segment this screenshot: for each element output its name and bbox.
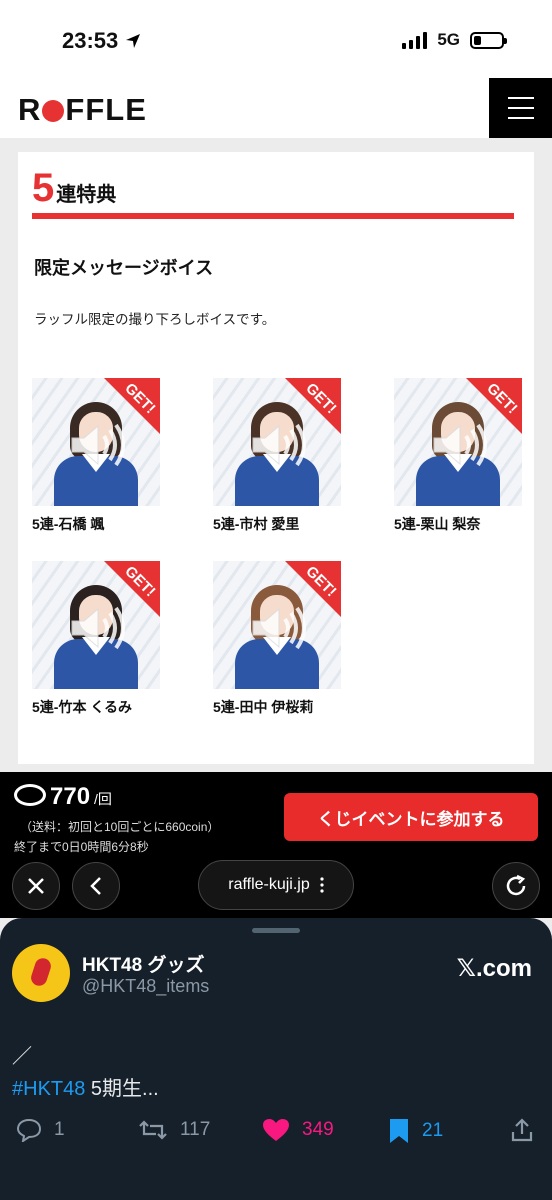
url-bar[interactable]: raffle-kuji.jp — [198, 860, 354, 910]
back-icon[interactable] — [72, 862, 120, 910]
tweet-body: 5期生... — [85, 1078, 159, 1100]
status-time: 23:53 — [62, 28, 142, 54]
purchase-bar: 770 /回 （送料：初回と10回ごとに660coin） 終了まで0日0時間6分… — [0, 772, 552, 858]
voice-name: 5連-石橋 颯 — [32, 516, 105, 532]
bonus-subtitle: 限定メッセージボイス — [34, 258, 214, 278]
retweet-button[interactable]: 117 — [138, 1118, 210, 1142]
voice-item[interactable]: GET! 5連-石橋 颯 — [32, 378, 172, 534]
close-icon[interactable] — [12, 862, 60, 910]
battery-icon — [470, 31, 507, 49]
countdown-timer: 終了まで0日0時間6分8秒 — [14, 840, 149, 854]
bookmark-button[interactable]: 21 — [388, 1118, 443, 1144]
voice-thumbnail[interactable]: GET! — [32, 561, 160, 689]
x-logo-link[interactable]: 𝕏.com — [457, 954, 532, 983]
voice-item[interactable]: GET! 5連-栗山 梨奈 — [394, 378, 534, 534]
like-button[interactable]: 349 — [262, 1118, 334, 1142]
raffle-logo[interactable]: R FFLE — [18, 92, 147, 128]
voice-name: 5連-田中 伊桜莉 — [213, 699, 314, 715]
voice-name: 5連-市村 愛里 — [213, 516, 300, 532]
voice-name: 5連-栗山 梨奈 — [394, 516, 481, 532]
retweet-icon — [139, 1120, 167, 1140]
section-title-number: 5 — [32, 166, 55, 210]
coin-icon — [14, 784, 46, 806]
logo-text-end: FFLE — [65, 92, 147, 127]
voice-item[interactable]: GET! 5連-市村 愛里 — [213, 378, 353, 534]
speaker-icon[interactable] — [68, 422, 128, 468]
account-name: HKT48 グッズ — [82, 955, 205, 976]
bonus-card: 5 連特典 限定メッセージボイス ラッフル限定の撮り下ろしボイスです。 GET!… — [18, 152, 534, 764]
status-bar: 23:53 5G — [0, 0, 552, 78]
site-header: R FFLE — [0, 78, 552, 138]
account-handle: @HKT48_items — [82, 976, 210, 996]
voice-thumbnail[interactable]: GET! — [32, 378, 160, 506]
share-icon — [511, 1118, 533, 1142]
reload-icon[interactable] — [492, 862, 540, 910]
hamburger-menu-icon[interactable] — [489, 78, 552, 138]
heart-icon — [263, 1119, 289, 1141]
speaker-icon[interactable] — [249, 422, 309, 468]
voice-item[interactable]: GET! 5連-田中 伊桜莉 — [213, 561, 353, 717]
price-amount: 770 — [50, 783, 91, 810]
tweet-actions: 1 117 349 21 — [16, 1118, 536, 1148]
time-text: 23:53 — [62, 28, 119, 53]
location-arrow-icon — [126, 34, 141, 48]
price-unit: /回 — [94, 791, 112, 807]
reply-count: 1 — [54, 1119, 65, 1140]
hashtag-link[interactable]: #HKT48 — [12, 1078, 85, 1100]
section-title-text: 連特典 — [56, 184, 117, 206]
signal-icon — [402, 31, 428, 49]
voice-thumbnail[interactable]: GET! — [394, 378, 522, 506]
drag-handle[interactable] — [252, 928, 300, 933]
section-title: 5 連特典 — [32, 168, 116, 208]
tweet-text: #HKT48 5期生... — [12, 1072, 159, 1101]
speaker-icon[interactable] — [430, 422, 490, 468]
bookmark-count: 21 — [422, 1120, 444, 1141]
tweet-slash: ／ — [12, 1046, 32, 1068]
join-event-button[interactable]: くじイベントに参加する — [284, 793, 538, 841]
logo-dot-icon — [42, 100, 65, 122]
network-label: 5G — [437, 30, 460, 49]
speaker-icon[interactable] — [249, 605, 309, 651]
tweet-preview-sheet: HKT48 グッズ @HKT48_items 𝕏.com ／ #HKT48 5期… — [0, 918, 552, 1200]
url-text: raffle-kuji.jp — [228, 876, 310, 893]
more-options-icon[interactable] — [320, 877, 324, 893]
shipping-note: （送料：初回と10回ごとに660coin） — [20, 820, 220, 834]
bookmark-icon — [390, 1119, 408, 1143]
speaker-icon[interactable] — [68, 605, 128, 651]
reply-icon — [16, 1118, 42, 1142]
voice-item[interactable]: GET! 5連-竹本 くるみ — [32, 561, 172, 717]
browser-toolbar: raffle-kuji.jp — [0, 858, 552, 918]
status-indicators: 5G — [402, 30, 507, 50]
logo-text-start: R — [18, 92, 42, 127]
voice-thumbnail[interactable]: GET! — [213, 561, 341, 689]
retweet-count: 117 — [180, 1119, 211, 1140]
title-underline — [32, 213, 514, 219]
price: 770 /回 — [14, 782, 112, 811]
voice-name: 5連-竹本 くるみ — [32, 699, 133, 715]
reply-button[interactable]: 1 — [16, 1118, 65, 1142]
avatar[interactable] — [12, 944, 70, 1002]
share-button[interactable] — [510, 1118, 534, 1142]
like-count: 349 — [302, 1119, 334, 1140]
voice-thumbnail[interactable]: GET! — [213, 378, 341, 506]
bonus-description: ラッフル限定の撮り下ろしボイスです。 — [34, 312, 276, 327]
